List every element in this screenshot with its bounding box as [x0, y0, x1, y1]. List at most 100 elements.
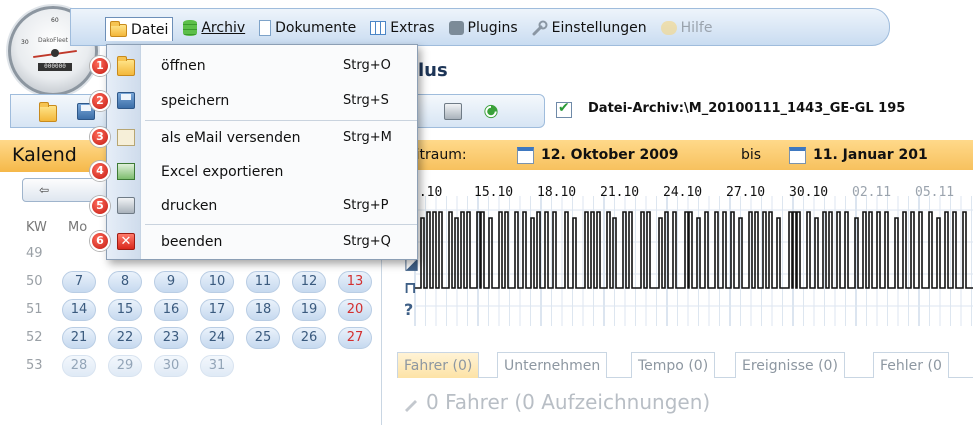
tab-ereignisse[interactable]: Ereignisse (0) — [735, 352, 845, 378]
menu-item-label: als eMail versenden — [161, 130, 301, 146]
menu-item-drucken[interactable]: drucken Strg+P — [107, 189, 417, 223]
menu-item-label: drucken — [161, 198, 218, 214]
gauge-tick: 60 — [51, 17, 59, 24]
menu-extras[interactable]: Extras — [366, 17, 438, 39]
table-icon — [370, 21, 387, 35]
calendar-day[interactable]: 13 — [338, 271, 372, 293]
calendar-week-number: 50 — [26, 274, 43, 289]
gauge-odometer: 000000 — [38, 63, 72, 71]
menu-label: Dokumente — [275, 20, 357, 36]
calendar-week-number: 49 — [26, 246, 43, 261]
chart-x-label: 27.10 — [726, 185, 765, 200]
open-toolbar-button[interactable] — [39, 102, 57, 122]
calendar-day[interactable]: 27 — [338, 327, 372, 349]
calendar-day[interactable]: 17 — [200, 299, 234, 321]
menu-label: Archiv — [201, 20, 246, 36]
app-title: lus — [418, 60, 448, 81]
calendar-day[interactable]: 20 — [338, 299, 372, 321]
menu-label: Extras — [390, 20, 435, 36]
menu-item-label: Excel exportieren — [161, 164, 284, 180]
menu-item-oeffnen[interactable]: öffnen Strg+O — [107, 49, 417, 83]
menu-label: Plugins — [467, 20, 518, 36]
menu-plugins[interactable]: Plugins — [445, 17, 522, 39]
calendar-day[interactable]: 15 — [108, 299, 142, 321]
calendar-day[interactable]: 11 — [246, 271, 280, 293]
calendar-day[interactable]: 21 — [62, 327, 96, 349]
save-icon — [117, 92, 135, 109]
calendar-col-mo: Mo — [68, 220, 88, 235]
calendar-day[interactable]: 23 — [154, 327, 188, 349]
calendar-day[interactable]: 24 — [200, 327, 234, 349]
calendar-icon[interactable] — [789, 147, 806, 164]
calendar-day[interactable]: 19 — [292, 299, 326, 321]
menu-archiv[interactable]: Archiv — [179, 17, 249, 39]
menu-label: Datei — [131, 21, 169, 38]
menubar: Datei Archiv Dokumente Extras Plugins Ei… — [70, 8, 890, 46]
archive-checkbox[interactable] — [556, 100, 572, 118]
calendar-day[interactable]: 29 — [108, 355, 142, 377]
date-sep: bis — [741, 147, 762, 163]
calendar-day[interactable]: 25 — [246, 327, 280, 349]
database-icon — [183, 20, 198, 36]
calendar-day[interactable]: 7 — [62, 271, 96, 293]
calendar-day[interactable]: 22 — [108, 327, 142, 349]
menu-label: Einstellungen — [551, 20, 647, 36]
bed-icon: ⊓ — [404, 278, 417, 297]
menu-einstellungen[interactable]: Einstellungen — [528, 17, 651, 39]
calendar-icon[interactable] — [517, 147, 534, 164]
puzzle-icon — [448, 21, 464, 35]
calendar-day[interactable]: 14 — [62, 299, 96, 321]
menu-item-label: speichern — [161, 93, 230, 109]
calendar-day[interactable]: 31 — [200, 355, 234, 377]
calendar-day[interactable]: 18 — [246, 299, 280, 321]
chart-x-label: 15.10 — [474, 185, 513, 200]
document-icon — [259, 20, 272, 36]
date-from[interactable]: 12. Oktober 2009 — [541, 147, 678, 163]
calendar-day[interactable]: 12 — [292, 271, 326, 293]
menu-item-excel[interactable]: Excel exportieren — [107, 155, 417, 189]
excel-icon — [117, 163, 135, 180]
calendar-week-number: 51 — [26, 302, 43, 317]
calendar-day[interactable]: 26 — [292, 327, 326, 349]
datei-dropdown-menu: öffnen Strg+O speichern Strg+S als eMail… — [106, 44, 418, 260]
chart-x-label: 24.10 — [663, 185, 702, 200]
folder-icon — [117, 56, 135, 76]
activity-trace — [415, 211, 973, 289]
chart-x-label: 18.10 — [537, 185, 576, 200]
print-toolbar-button[interactable] — [444, 103, 462, 120]
menu-dokumente[interactable]: Dokumente — [255, 17, 360, 39]
calendar-day[interactable]: 10 — [200, 271, 234, 293]
tab-unternehmen[interactable]: Unternehmen — [497, 352, 608, 378]
calendar-week-number: 52 — [26, 330, 43, 345]
menu-hilfe[interactable]: Hilfe — [657, 17, 717, 39]
tab-tempo[interactable]: Tempo (0) — [631, 352, 716, 378]
date-range-bar: eitraum: 12. Oktober 2009 bis 11. Januar… — [395, 140, 973, 170]
calendar-day[interactable]: 28 — [62, 355, 96, 377]
calendar-day[interactable]: 9 — [154, 271, 188, 293]
menu-datei[interactable]: Datei — [105, 17, 174, 41]
callout-badge: 6 — [90, 231, 110, 251]
gauge-hub — [51, 49, 59, 57]
menu-item-shortcut: Strg+O — [343, 58, 391, 73]
chart-x-label: 21.10 — [600, 185, 639, 200]
tab-fahrer[interactable]: Fahrer (0) — [397, 352, 480, 378]
tab-fehler[interactable]: Fehler (0 — [873, 352, 949, 378]
menu-item-shortcut: Strg+S — [343, 93, 389, 108]
date-to[interactable]: 11. Januar 201 — [813, 147, 928, 163]
menu-item-email[interactable]: als eMail versenden Strg+M — [107, 121, 417, 155]
callout-badge: 5 — [90, 196, 110, 216]
calendar-day[interactable]: 30 — [154, 355, 188, 377]
calendar-day[interactable]: 16 — [154, 299, 188, 321]
kalender-title: Kalend — [12, 144, 77, 166]
calendar-day[interactable]: 8 — [108, 271, 142, 293]
wrench-icon — [532, 20, 548, 36]
menu-item-shortcut: Strg+Q — [343, 234, 391, 249]
tab-strip: Fahrer (0) Unternehmen Tempo (0) Ereigni… — [397, 348, 973, 378]
menu-item-beenden[interactable]: ✕ beenden Strg+Q — [107, 225, 417, 259]
menu-item-speichern[interactable]: speichern Strg+S — [107, 84, 417, 118]
folder-icon — [110, 21, 127, 37]
help-icon — [660, 21, 677, 35]
refresh-icon[interactable] — [482, 103, 500, 120]
arrow-left-icon: ⇦ — [39, 183, 50, 197]
callout-badge: 2 — [90, 91, 110, 111]
